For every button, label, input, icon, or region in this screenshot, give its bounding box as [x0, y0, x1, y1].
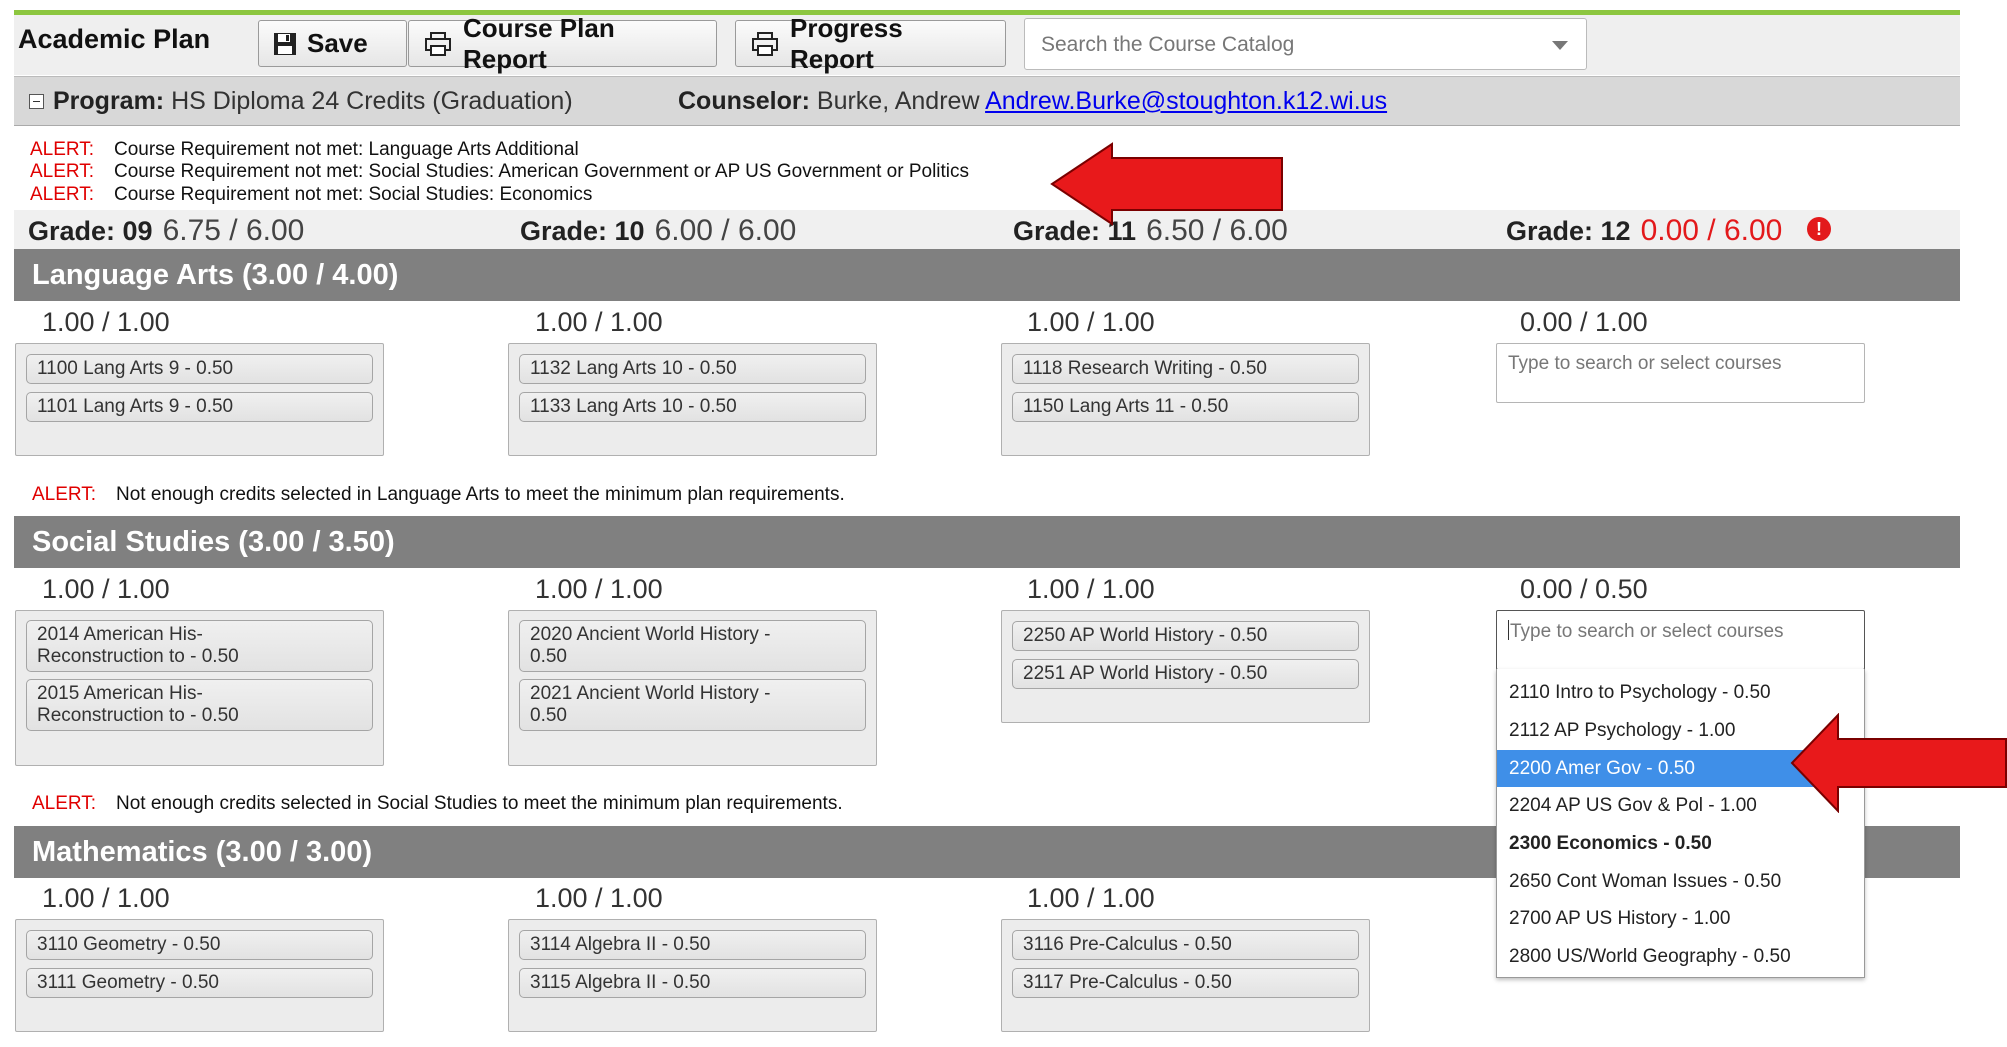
grade-10-total: Grade: 10 6.00 / 6.00 — [520, 214, 796, 248]
course-pill[interactable]: 1150 Lang Arts 11 - 0.50 — [1012, 392, 1359, 422]
credit-count: 1.00 / 1.00 — [1027, 883, 1155, 913]
dropdown-option[interactable]: 2300 Economics - 0.50 — [1497, 825, 1864, 862]
credit-count: 1.00 / 1.00 — [535, 574, 663, 604]
course-pill[interactable]: 3117 Pre-Calculus - 0.50 — [1012, 968, 1359, 998]
credit-count: 1.00 / 1.00 — [42, 883, 170, 913]
course-search-input[interactable]: Type to search or select courses — [1496, 343, 1865, 403]
credit-count: 1.00 / 1.00 — [42, 307, 170, 337]
course-pill[interactable]: 2021 Ancient World History - 0.50 — [519, 679, 866, 731]
dropdown-option[interactable]: 2110 Intro to Psychology - 0.50 — [1497, 674, 1864, 711]
section-header-language-arts[interactable]: Language Arts (3.00 / 4.00) — [14, 249, 1960, 301]
save-label: Save — [307, 28, 368, 58]
credit-count: 1.00 / 1.00 — [535, 883, 663, 913]
course-pill[interactable]: 2250 AP World History - 0.50 — [1012, 621, 1359, 651]
dropdown-option[interactable]: 2800 US/World Geography - 0.50 — [1497, 938, 1864, 975]
course-pill[interactable]: 3114 Algebra II - 0.50 — [519, 930, 866, 960]
red-arrow-icon — [1790, 713, 2007, 813]
course-slot-grade-10: 3114 Algebra II - 0.50 3115 Algebra II -… — [508, 919, 877, 1032]
alert-text: Not enough credits selected in Social St… — [116, 793, 843, 814]
credit-count: 1.00 / 1.00 — [1027, 574, 1155, 604]
alert-tag: ALERT: — [30, 161, 95, 182]
course-slot-grade-09: 2014 American His- Reconstruction to - 0… — [15, 610, 384, 766]
alert-row: ALERT: Course Requirement not met: Social… — [30, 161, 969, 183]
program-value: HS Diploma 24 Credits (Graduation) — [171, 87, 573, 115]
alert-tag: ALERT: — [32, 793, 97, 814]
search-placeholder: Search the Course Catalog — [1041, 33, 1295, 56]
grade-credits: 0.00 / 6.00 — [1640, 214, 1783, 247]
course-search-input[interactable]: Type to search or select courses — [1496, 610, 1865, 670]
credit-count: 1.00 / 1.00 — [42, 574, 170, 604]
chevron-down-icon[interactable] — [1552, 41, 1568, 50]
course-pill[interactable]: 3111 Geometry - 0.50 — [26, 968, 373, 998]
credit-count: 1.00 / 1.00 — [1027, 307, 1155, 337]
red-arrow-icon — [1050, 142, 1283, 226]
course-slot-grade-11: 2250 AP World History - 0.50 2251 AP Wor… — [1001, 610, 1370, 723]
section-header-social-studies[interactable]: Social Studies (3.00 / 3.50) — [14, 516, 1960, 568]
counselor-info: Counselor: Burke, Andrew Andrew.Burke@st… — [678, 87, 1387, 116]
credit-count: 0.00 / 1.00 — [1520, 307, 1648, 337]
course-slot-grade-11: 3116 Pre-Calculus - 0.50 3117 Pre-Calcul… — [1001, 919, 1370, 1032]
course-pill[interactable]: 1132 Lang Arts 10 - 0.50 — [519, 354, 866, 384]
course-pill[interactable]: 2015 American His- Reconstruction to - 0… — [26, 679, 373, 731]
printer-icon — [425, 31, 451, 56]
course-pill[interactable]: 2014 American His- Reconstruction to - 0… — [26, 620, 373, 672]
grade-12-total: Grade: 12 0.00 / 6.00 — [1506, 214, 1782, 248]
grade-credits: 6.00 / 6.00 — [654, 214, 797, 247]
alert-text: Course Requirement not met: Language Art… — [114, 139, 579, 160]
course-catalog-search[interactable]: Search the Course Catalog — [1024, 18, 1587, 70]
course-pill[interactable]: 3115 Algebra II - 0.50 — [519, 968, 866, 998]
collapse-icon[interactable] — [29, 94, 44, 109]
course-plan-report-button[interactable]: Course Plan Report — [408, 13, 717, 74]
grade-credits: 6.75 / 6.00 — [162, 214, 305, 247]
alert-row: ALERT: Course Requirement not met: Social… — [30, 184, 592, 206]
course-slot-grade-10: 1132 Lang Arts 10 - 0.50 1133 Lang Arts … — [508, 343, 877, 456]
course-pill[interactable]: 1101 Lang Arts 9 - 0.50 — [26, 392, 373, 422]
course-pill[interactable]: 3110 Geometry - 0.50 — [26, 930, 373, 960]
course-slot-grade-09: 3110 Geometry - 0.50 3111 Geometry - 0.5… — [15, 919, 384, 1032]
grade-label: Grade: 12 — [1506, 216, 1631, 246]
section-alert: ALERT: Not enough credits selected in Lan… — [32, 484, 845, 506]
alert-tag: ALERT: — [32, 484, 97, 505]
counselor-email-link[interactable]: Andrew.Burke@stoughton.k12.wi.us — [985, 87, 1387, 115]
grade-09-total: Grade: 09 6.75 / 6.00 — [28, 214, 304, 248]
program-label: Program: — [53, 87, 165, 115]
grade-label: Grade: 09 — [28, 216, 153, 246]
alert-tag: ALERT: — [30, 184, 95, 205]
course-plan-report-label: Course Plan Report — [463, 12, 615, 74]
course-pill[interactable]: 1100 Lang Arts 9 - 0.50 — [26, 354, 373, 384]
progress-report-label: Progress Report — [790, 12, 903, 74]
alert-row: ALERT: Course Requirement not met: Langua… — [30, 139, 579, 161]
program-info: Program: HS Diploma 24 Credits (Graduati… — [53, 87, 573, 116]
credit-count: 0.00 / 0.50 — [1520, 574, 1648, 604]
page-title: Academic Plan — [18, 24, 211, 54]
floppy-disk-icon — [274, 32, 296, 55]
course-slot-grade-11: 1118 Research Writing - 0.50 1150 Lang A… — [1001, 343, 1370, 456]
course-pill[interactable]: 2020 Ancient World History - 0.50 — [519, 620, 866, 672]
dropdown-option[interactable]: 2650 Cont Woman Issues - 0.50 — [1497, 863, 1864, 900]
course-slot-grade-10: 2020 Ancient World History - 0.50 2021 A… — [508, 610, 877, 766]
dropdown-option[interactable]: 2700 AP US History - 1.00 — [1497, 900, 1864, 937]
text-cursor — [1508, 620, 1509, 640]
alert-tag: ALERT: — [30, 139, 95, 160]
alert-text: Course Requirement not met: Social Studi… — [114, 184, 593, 205]
course-pill[interactable]: 2251 AP World History - 0.50 — [1012, 659, 1359, 689]
grade-label: Grade: 10 — [520, 216, 645, 246]
alert-text: Course Requirement not met: Social Studi… — [114, 161, 970, 182]
search-placeholder: Type to search or select courses — [1510, 621, 1784, 642]
save-button[interactable]: Save — [258, 20, 407, 67]
warning-icon: ! — [1807, 217, 1831, 241]
course-pill[interactable]: 1118 Research Writing - 0.50 — [1012, 354, 1359, 384]
alert-text: Not enough credits selected in Language … — [116, 484, 845, 505]
section-alert: ALERT: Not enough credits selected in Soc… — [32, 793, 843, 815]
progress-report-button[interactable]: Progress Report — [735, 13, 1006, 74]
course-slot-grade-09: 1100 Lang Arts 9 - 0.50 1101 Lang Arts 9… — [15, 343, 384, 456]
credit-count: 1.00 / 1.00 — [535, 307, 663, 337]
course-pill[interactable]: 3116 Pre-Calculus - 0.50 — [1012, 930, 1359, 960]
printer-icon — [752, 31, 778, 56]
counselor-label: Counselor: — [678, 87, 810, 115]
counselor-name: Burke, Andrew — [816, 87, 980, 115]
course-pill[interactable]: 1133 Lang Arts 10 - 0.50 — [519, 392, 866, 422]
